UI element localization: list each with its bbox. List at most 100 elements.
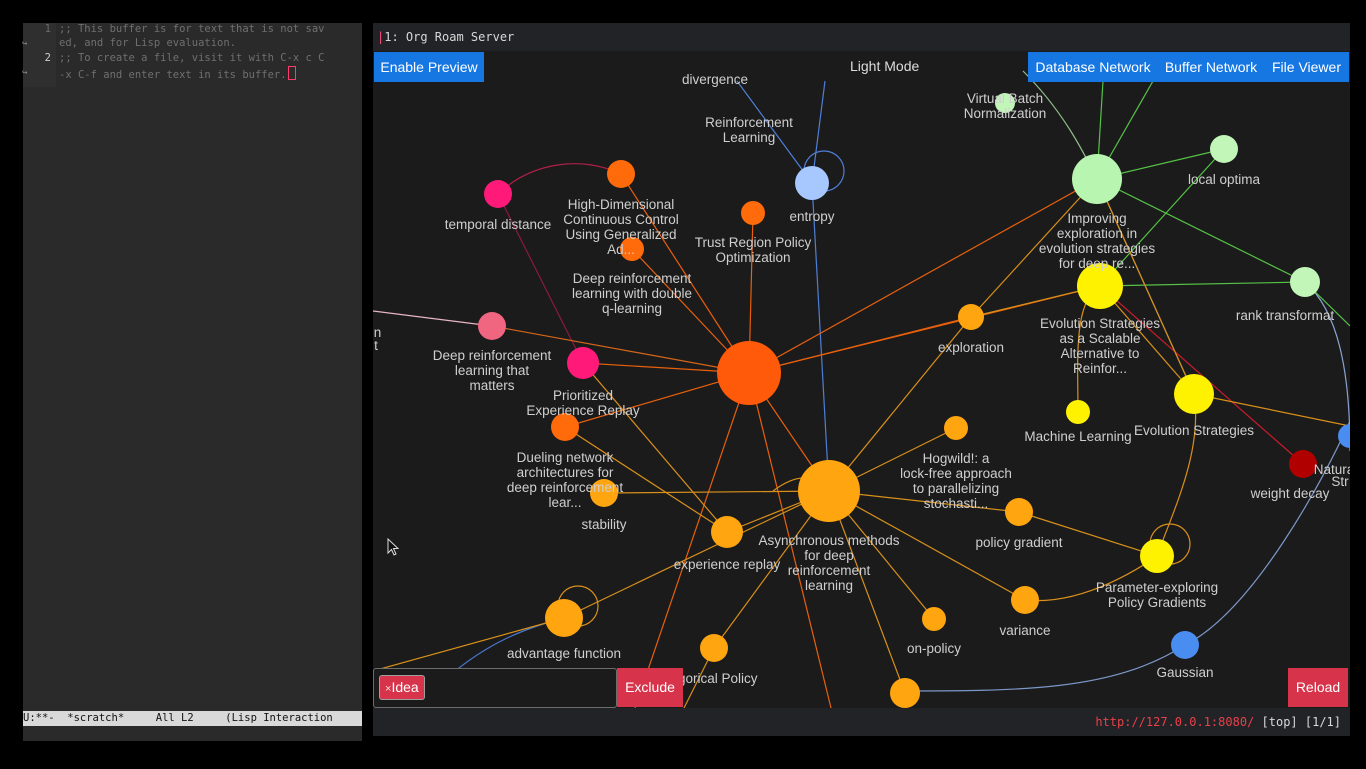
graph-node-variance[interactable] (1011, 586, 1039, 614)
network-graph[interactable]: ReinforcementLearning Asynchronous method… (373, 51, 1350, 708)
graph-node-label: Policy Gradients (1108, 595, 1207, 610)
graph-node-label: deep reinforcement (507, 480, 624, 495)
mouse-pointer-icon (387, 538, 400, 556)
graph-node-label: stochasti... (924, 496, 989, 511)
tag-filter-input[interactable]: ×Idea (373, 668, 617, 708)
tab-database-network[interactable]: Database Network (1028, 52, 1158, 82)
graph-node-onpolicy[interactable] (922, 607, 946, 631)
buffer-text-line[interactable]: -x C-f and enter text in its buffer. (59, 66, 296, 81)
graph-node-imp[interactable] (1072, 154, 1122, 204)
graph-node-exprep[interactable] (711, 516, 743, 548)
graph-node-label: lock-free approach (900, 466, 1012, 481)
window-title: 1: Org Roam Server (384, 30, 515, 44)
graph-node-label: lear... (548, 495, 581, 510)
tab-buffer-network[interactable]: Buffer Network (1158, 52, 1264, 82)
graph-node-temporal[interactable] (484, 180, 512, 208)
graph-node-bottom[interactable] (890, 678, 920, 708)
graph-node-es[interactable] (1174, 374, 1214, 414)
graph-node-label: Machine Learning (1024, 429, 1131, 444)
graph-node-pepg[interactable] (1140, 539, 1174, 573)
graph-node-label: for deep (804, 548, 854, 563)
graph-node-label: Dueling network (517, 450, 614, 465)
text-cursor (287, 66, 296, 80)
graph-node-label: Parameter-exploring (1096, 580, 1218, 595)
graph-node-label: Gaussian (1156, 665, 1213, 680)
graph-node-rl[interactable] (717, 341, 781, 405)
graph-node-label: Str (1331, 474, 1349, 489)
graph-node-label: evolution strategies (1039, 241, 1156, 256)
graph-node-label: advantage function (507, 646, 621, 661)
graph-node-label: Experience Replay (526, 403, 640, 418)
graph-node-gaussian[interactable] (1171, 631, 1199, 659)
graph-node-nat[interactable] (1338, 424, 1350, 448)
graph-node-label: Deep reinforcement (433, 348, 552, 363)
graph-node-ml[interactable] (1066, 400, 1090, 424)
graph-node-label: Optimization (715, 250, 790, 265)
graph-node-label: Improving (1067, 211, 1126, 226)
graph-node-label: egorical Policy (670, 671, 757, 686)
graph-node-trpo[interactable] (741, 201, 765, 225)
graph-node-label: Reinforcement (705, 115, 793, 130)
buffer-text-line[interactable]: ;; This buffer is for text that is not s… (59, 23, 325, 37)
graph-node-label: Using Generalized (565, 227, 676, 242)
graph-node-adv[interactable] (545, 599, 583, 637)
graph-node-label: Evolution Strategies (1134, 423, 1254, 438)
line-number: 2 (44, 52, 51, 64)
graph-node-label: divergence (682, 72, 748, 87)
graph-node-label: q-learning (602, 301, 662, 316)
tab-file-viewer[interactable]: File Viewer (1264, 52, 1349, 82)
buffer-text-line[interactable]: ;; To create a file, visit it with C-x c… (59, 52, 325, 66)
graph-node-label: matters (469, 378, 514, 393)
graph-node-label: High-Dimensional (568, 197, 675, 212)
graph-node-label: Virtual Batch (967, 91, 1043, 106)
filter-tag-label: Idea (391, 679, 419, 695)
wrap-indicator-icon: ↪ (22, 39, 28, 49)
reload-button[interactable]: Reload (1288, 668, 1348, 707)
graph-node-label: policy gradient (975, 535, 1062, 550)
graph-node-label: as a Scalable (1059, 331, 1140, 346)
graph-node-exploration[interactable] (958, 304, 984, 330)
graph-node-label: learning (805, 578, 853, 593)
enable-preview-button[interactable]: Enable Preview (374, 52, 484, 82)
graph-node-per[interactable] (567, 347, 599, 379)
graph-node-label: Hogwild!: a (923, 451, 990, 466)
graph-node-pg[interactable] (1005, 498, 1033, 526)
buffer-text-line[interactable]: ed, and for Lisp evaluation. (59, 37, 236, 51)
graph-node-label: Prioritized (553, 388, 613, 403)
line-number: 1 (44, 23, 51, 35)
graph-node-label: Evolution Strategies (1040, 316, 1160, 331)
graph-node-entropy[interactable] (795, 166, 829, 200)
graph-node-label: exploration in (1057, 226, 1137, 241)
graph-node-async[interactable] (798, 460, 860, 522)
graph-node-label: Deep reinforcement (573, 271, 692, 286)
buffer-text: -x C-f and enter text in its buffer. (59, 69, 287, 81)
graph-node-label: Ad... (607, 242, 635, 257)
exclude-button[interactable]: Exclude (617, 668, 683, 707)
graph-node-label: on-policy (907, 641, 961, 656)
graph-node-label: local optima (1188, 172, 1261, 187)
graph-node-rank[interactable] (1290, 267, 1320, 297)
server-url[interactable]: http://127.0.0.1:8080/ (1095, 715, 1254, 729)
graph-node-label: Reinfor... (1073, 361, 1127, 376)
graph-node-label: learning that (455, 363, 530, 378)
emacs-scratch-window[interactable]: ↪ ↪ 1 ;; This buffer is for text that is… (22, 23, 362, 741)
graph-node-drlm[interactable] (478, 312, 506, 340)
graph-node-catpol[interactable] (700, 634, 728, 662)
graph-view[interactable]: Reinforcement Learning Asynchronous method… (373, 51, 1350, 708)
mode-line: U:**- *scratch* All L2 (Lisp Interaction (23, 711, 362, 726)
graph-node-local[interactable] (1210, 135, 1238, 163)
light-mode-toggle[interactable]: Light Mode (850, 57, 919, 75)
graph-node-label: exploration (938, 340, 1004, 355)
graph-node-hogwild[interactable] (944, 416, 968, 440)
wrap-indicator-icon: ↪ (22, 68, 28, 78)
graph-node-label: Trust Region Policy (695, 235, 812, 250)
graph-node-label: rank transformat (1236, 308, 1335, 323)
graph-node-gae[interactable] (607, 160, 635, 188)
graph-node-label: architectures for (517, 465, 614, 480)
graph-node-label: reinforcement (788, 563, 871, 578)
window-title-bar: |1: Org Roam Server (373, 23, 1350, 51)
status-bar: http://127.0.0.1:8080/ [top] [1/1] (373, 708, 1350, 736)
org-roam-server-window: |1: Org Roam Server Reinforcement Learni… (373, 23, 1350, 736)
filter-tag-idea[interactable]: ×Idea (379, 675, 425, 700)
graph-node-label: t (374, 338, 378, 353)
